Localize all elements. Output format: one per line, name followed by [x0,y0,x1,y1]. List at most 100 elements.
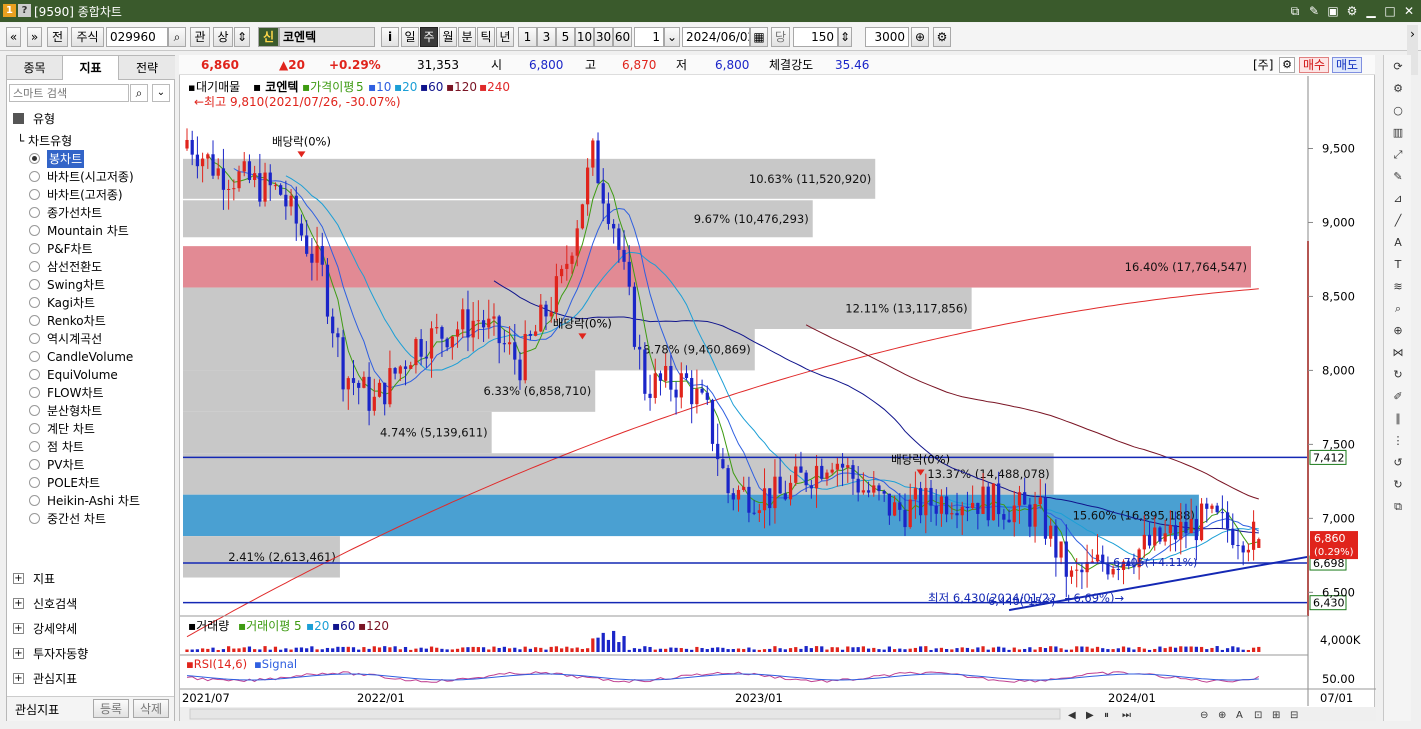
candle[interactable] [471,320,475,338]
candle[interactable] [1007,519,1011,523]
magnet-icon[interactable]: ⋈ [1389,344,1407,362]
candle[interactable] [1194,518,1198,541]
candle[interactable] [794,466,798,483]
stock-code-input[interactable]: 029960 [106,27,168,47]
candle[interactable] [664,365,668,381]
candle[interactable] [1220,512,1224,514]
candle[interactable] [918,488,923,516]
radio-icon[interactable] [29,153,40,164]
candle[interactable] [1168,525,1172,534]
candle[interactable] [747,486,751,513]
interval-60[interactable]: 60 [613,27,632,47]
candle[interactable] [1173,525,1178,540]
candle[interactable] [409,365,413,369]
candle[interactable] [1116,568,1120,570]
candle[interactable] [1106,563,1110,575]
smart-search-input[interactable] [9,84,129,102]
candle[interactable] [476,320,480,322]
prev-icon[interactable]: « [6,27,21,47]
candle[interactable] [1179,521,1183,540]
radio-icon[interactable] [29,261,40,272]
candle[interactable] [1064,541,1068,577]
candle[interactable] [898,502,902,510]
candle[interactable] [325,264,330,317]
candle[interactable] [554,276,559,313]
price-chart[interactable]: 10.63% (11,520,920) 9.67% (10,476,293) 16.… [180,56,1376,722]
candle[interactable] [887,493,892,516]
candle[interactable] [211,154,215,176]
candle[interactable] [861,490,865,493]
candle[interactable] [1080,569,1084,573]
search-icon[interactable]: ⊕ [1389,322,1407,340]
candle[interactable] [986,486,990,521]
candle[interactable] [580,204,585,229]
candle[interactable] [1012,505,1016,523]
candle[interactable] [674,389,678,398]
interval-30[interactable]: 30 [594,27,613,47]
candle[interactable] [684,373,689,379]
candle[interactable] [253,173,257,180]
radio-icon[interactable] [29,297,40,308]
candle[interactable] [788,482,793,500]
candle[interactable] [622,249,626,262]
candle[interactable] [596,140,600,184]
candle[interactable] [320,246,324,265]
candle[interactable] [742,486,746,490]
expand-icon[interactable]: + [13,648,24,659]
candle[interactable] [565,263,569,269]
candle[interactable] [835,463,839,470]
candle[interactable] [924,487,928,516]
draw-icon[interactable]: ✎ [1389,168,1407,186]
radio-icon[interactable] [29,333,40,344]
candle[interactable] [658,373,663,381]
candle[interactable] [310,253,314,263]
radio-icon[interactable] [29,369,40,380]
radio-icon[interactable] [29,351,40,362]
candle[interactable] [710,399,715,444]
candle[interactable] [778,476,782,494]
candle[interactable] [757,510,761,514]
candle[interactable] [1246,549,1251,553]
period-tick[interactable]: 틱 [477,27,495,47]
memo-icon[interactable]: ✎ [1306,3,1322,19]
candle[interactable] [513,342,517,360]
candle[interactable] [570,255,574,264]
calendar-icon[interactable]: ▦ [750,27,768,47]
capture-icon[interactable]: ▣ [1325,3,1341,19]
candle[interactable] [481,320,486,328]
candle[interactable] [929,487,933,506]
link-icon[interactable]: ⧉ [1287,3,1303,19]
candle[interactable] [1049,525,1053,539]
candle[interactable] [393,368,397,374]
expand-icon[interactable]: + [13,623,24,634]
gear-icon[interactable]: ⚙ [933,27,951,47]
candle[interactable] [523,333,527,381]
candle[interactable] [461,309,465,330]
candle[interactable] [882,491,886,494]
radio-icon[interactable] [29,243,40,254]
candle[interactable] [617,228,621,250]
tree-sub[interactable]: └ 차트유형 [17,132,72,149]
candle[interactable] [1054,525,1058,558]
candle[interactable] [216,168,220,176]
candle[interactable] [367,376,371,411]
radio-icon[interactable] [29,459,40,470]
undo-icon[interactable]: ↺ [1389,454,1407,472]
candle[interactable] [539,304,543,332]
candle[interactable] [190,139,194,155]
interest-button[interactable]: 관 [190,27,210,47]
radio-icon[interactable] [29,207,40,218]
candle[interactable] [195,154,200,167]
candle[interactable] [445,338,449,348]
today-button[interactable]: 당 [771,27,790,47]
candle[interactable] [1184,521,1188,534]
candle[interactable] [1028,504,1032,527]
candle[interactable] [1205,503,1209,509]
candle[interactable] [726,468,730,494]
candle[interactable] [263,172,267,202]
tab-strategy[interactable]: 전략 [119,56,175,80]
candle[interactable] [1002,514,1006,520]
candle[interactable] [1095,554,1100,562]
unit-input[interactable]: 1 [634,27,664,47]
fib-icon[interactable]: ≋ [1389,278,1407,296]
